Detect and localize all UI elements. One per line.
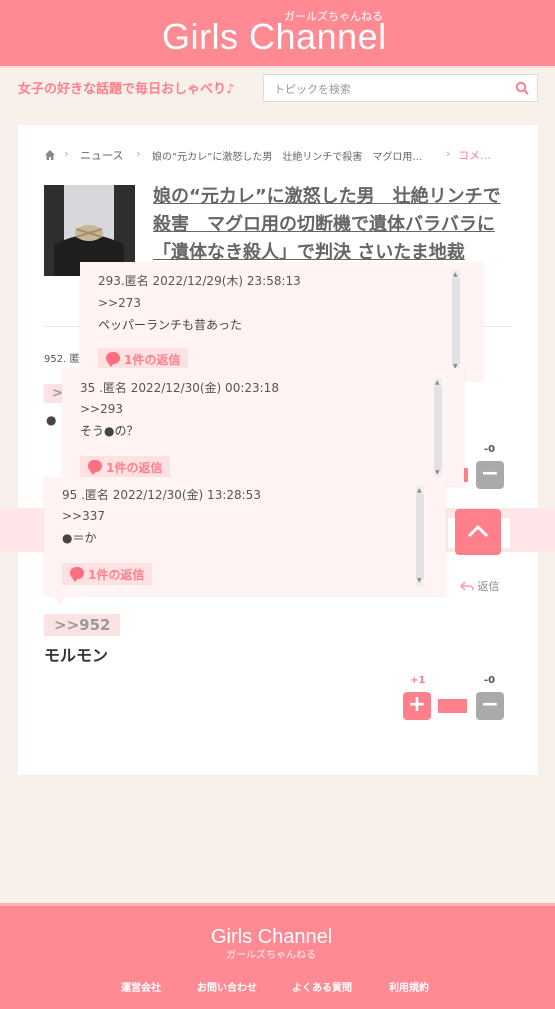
reply-count-label: 1件の返信: [124, 353, 181, 367]
minus-button[interactable]: −: [476, 461, 504, 489]
popup-ref-link[interactable]: >>273: [98, 296, 141, 310]
popup-header: 95 .匿名 2022/12/30(金) 13:28:53: [62, 488, 261, 502]
popup-ref-link[interactable]: >>337: [62, 509, 105, 523]
search-input[interactable]: トピックを検索: [274, 81, 351, 97]
comment-text: モルモン: [44, 646, 109, 665]
title-line[interactable]: 娘の“元カレ”に激怒した男 壮絶リンチで: [153, 183, 523, 211]
home-icon[interactable]: [44, 149, 56, 161]
back-to-top-button[interactable]: [455, 509, 501, 555]
reply-count-label: 1件の返信: [88, 568, 145, 582]
popup-scrollbar[interactable]: ▲ ▼: [452, 270, 460, 372]
scrollbar-thumb[interactable]: [434, 386, 442, 470]
scroll-up-arrow-icon[interactable]: ▲: [453, 272, 458, 278]
footer-logo-subtitle: ガールズちゃんねる: [226, 950, 316, 961]
scroll-down-arrow-icon[interactable]: ▼: [435, 470, 440, 476]
reply-count-label: 1件の返信: [106, 461, 163, 475]
reply-count-button[interactable]: 1件の返信: [98, 348, 189, 370]
comment-bubble-icon: [70, 567, 84, 582]
breadcrumb-current: コメ…: [458, 149, 491, 162]
popup-pointer: [52, 595, 68, 604]
comment-text-partial: ●: [46, 413, 57, 427]
tagline: 女子の好きな話題で毎日おしゃべり♪: [18, 82, 235, 97]
scroll-up-arrow-icon[interactable]: ▲: [435, 380, 440, 386]
vote-bar: [438, 699, 467, 713]
popup-header: 35 .匿名 2022/12/30(金) 00:23:18: [80, 381, 279, 395]
popup-scrollbar[interactable]: ▲ ▼: [416, 486, 424, 586]
comment-bubble-icon: [88, 460, 102, 475]
reply-label: 返信: [477, 580, 500, 593]
popup-body: ペッパーランチも昔あった: [98, 318, 243, 332]
minus-count: -0: [484, 444, 496, 455]
chevron-up-icon: [467, 524, 489, 538]
minus-button[interactable]: −: [476, 692, 504, 720]
plus-count: +1: [410, 675, 426, 686]
popup-scrollbar[interactable]: ▲ ▼: [434, 378, 442, 478]
reply-arrow-icon: [459, 581, 474, 591]
article-title[interactable]: 娘の“元カレ”に激怒した男 壮絶リンチで 殺害 マグロ用の切断機で遺体バラバラに…: [153, 183, 523, 267]
reply-link[interactable]: 返信: [459, 578, 500, 594]
footer-link-contact[interactable]: お問い合わせ: [197, 979, 257, 994]
scroll-down-arrow-icon[interactable]: ▼: [417, 578, 422, 584]
scrollbar-thumb[interactable]: [452, 278, 460, 364]
search-icon[interactable]: [515, 81, 529, 95]
site-footer: Girls Channel ガールズちゃんねる 運営会社 お問い合わせ よくある…: [0, 903, 555, 1009]
breadcrumb-separator: ›: [446, 147, 451, 160]
popup-header: 293.匿名 2022/12/29(木) 23:58:13: [98, 274, 301, 288]
footer-link-terms[interactable]: 利用規約: [389, 979, 429, 994]
footer-link-company[interactable]: 運営会社: [121, 979, 161, 994]
popup-body: ●＝か: [62, 531, 97, 545]
reply-popup[interactable]: 293.匿名 2022/12/29(木) 23:58:13 >>273 ペッパー…: [80, 262, 483, 380]
reply-count-button[interactable]: 1件の返信: [62, 563, 153, 585]
popup-ref-link[interactable]: >>293: [80, 402, 123, 416]
reply-popup[interactable]: 35 .匿名 2022/12/30(金) 00:23:18 >>293 そう●の…: [62, 368, 464, 486]
breadcrumb-news[interactable]: ニュース: [80, 147, 123, 163]
sub-header: 女子の好きな話題で毎日おしゃべり♪ トピックを検索: [0, 66, 555, 108]
popup-body: そう●の？: [80, 424, 139, 438]
search-box[interactable]: トピックを検索: [263, 74, 538, 102]
title-line[interactable]: 殺害 マグロ用の切断機で遺体バラバラに: [153, 211, 523, 239]
breadcrumb-separator: ›: [64, 147, 69, 160]
reply-popup[interactable]: 95 .匿名 2022/12/30(金) 13:28:53 >>337 ●＝か …: [44, 477, 446, 595]
comment-bubble-icon: [106, 352, 120, 367]
scrollbar-thumb[interactable]: [416, 494, 424, 578]
reply-count-button[interactable]: 1件の返信: [80, 456, 171, 478]
scroll-up-arrow-icon[interactable]: ▲: [417, 488, 422, 494]
minus-count: -0: [484, 675, 496, 686]
comment-number: 952. 匿: [44, 354, 80, 365]
breadcrumb-separator: ›: [136, 147, 141, 160]
site-logo[interactable]: Girls Channel: [162, 16, 387, 58]
site-header: ガールズちゃんねる Girls Channel: [0, 0, 555, 66]
breadcrumb-topic[interactable]: 娘の“元カレ”に激怒した男 壮絶リンチで殺害 マグロ用…: [152, 148, 422, 163]
comment-ref-tag[interactable]: >>952: [44, 614, 121, 636]
plus-button[interactable]: +: [403, 692, 431, 720]
footer-link-faq[interactable]: よくある質問: [292, 979, 352, 994]
